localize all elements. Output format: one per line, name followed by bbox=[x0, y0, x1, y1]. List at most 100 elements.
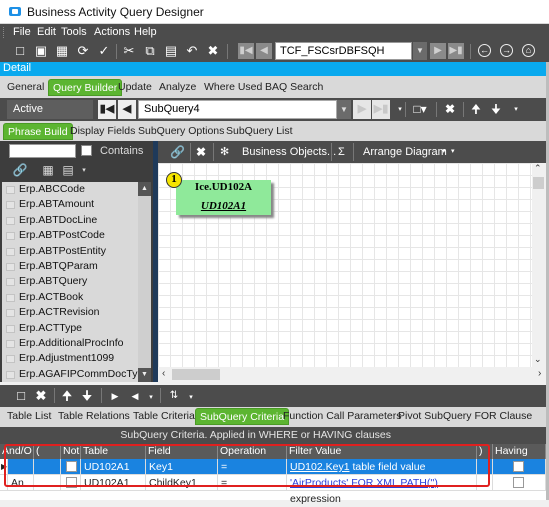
tab-table-criteria[interactable]: Table Criteria bbox=[129, 408, 199, 425]
table-list-item[interactable]: Erp.Adjustment1099 bbox=[2, 351, 138, 366]
cell-not[interactable] bbox=[61, 459, 81, 475]
first-icon[interactable]: ▮◀ bbox=[238, 43, 254, 59]
table-list-item[interactable]: Erp.ACTBook bbox=[2, 290, 138, 305]
last-subquery-icon[interactable]: ▶▮ bbox=[372, 100, 390, 119]
cell-filter-value[interactable]: UD102.Key1 table field value bbox=[287, 459, 477, 475]
tab-where-used[interactable]: Where Used bbox=[200, 79, 266, 96]
delete-icon[interactable]: ✖ bbox=[196, 141, 206, 163]
sort-icon[interactable]: ⇅ bbox=[166, 388, 182, 404]
table-list-item[interactable]: Erp.ABCCode bbox=[2, 182, 138, 197]
overflow-icon[interactable]: ▾ bbox=[451, 141, 455, 163]
refresh-icon[interactable]: ⟳ bbox=[75, 43, 91, 59]
cell-andor[interactable]: An bbox=[8, 475, 34, 491]
scroll-right-icon[interactable]: › bbox=[538, 368, 541, 379]
node-table-alias[interactable]: UD102A1 bbox=[176, 200, 271, 212]
row-selector-icon[interactable]: ▶ bbox=[0, 459, 8, 475]
new-icon[interactable]: □ bbox=[13, 388, 29, 404]
move-up-icon[interactable]: 🠉 bbox=[468, 101, 484, 118]
table-list-item[interactable]: Erp.ACTRevision bbox=[2, 305, 138, 320]
tab-table-relations[interactable]: Table Relations bbox=[54, 408, 134, 425]
canvas-horizontal-scrollbar[interactable]: ‹ › bbox=[158, 367, 546, 382]
sigma-button[interactable]: Σ bbox=[338, 141, 345, 163]
scroll-down-icon[interactable]: ▼ bbox=[138, 368, 151, 382]
tab-pivot-subquery-for-clause[interactable]: Pivot SubQuery FOR Clause bbox=[394, 408, 536, 425]
tab-subquery-list[interactable]: SubQuery List bbox=[222, 123, 297, 140]
col-header-table[interactable]: Table bbox=[81, 444, 146, 459]
col-header-field[interactable]: Field bbox=[146, 444, 218, 459]
table-list-item[interactable]: Erp.AdditionalProcInfo bbox=[2, 336, 138, 351]
chevron-down-icon[interactable]: ▼ bbox=[413, 42, 427, 60]
cell-filter-value[interactable]: 'AirProducts' FOR XML PATH('') expressio… bbox=[287, 475, 477, 505]
table-list-item[interactable]: Erp.ABTPostEntity bbox=[2, 244, 138, 259]
clear-icon[interactable]: ✓ bbox=[96, 43, 112, 59]
cut-icon[interactable]: ✂ bbox=[121, 43, 137, 59]
cell-table[interactable]: UD102A1 bbox=[81, 475, 146, 491]
business-objects-button[interactable]: Business Objects... bbox=[242, 141, 336, 163]
link-icon[interactable]: 🔗 bbox=[170, 141, 185, 163]
cell-rparen[interactable] bbox=[477, 459, 493, 475]
table-list-item[interactable]: Erp.AGAFIPCommDocType bbox=[2, 367, 138, 382]
not-checkbox[interactable] bbox=[66, 477, 77, 488]
forward-icon[interactable]: → bbox=[500, 44, 513, 57]
table-view-icon[interactable]: ▤ bbox=[60, 163, 76, 178]
previous-subquery-icon[interactable]: ◀ bbox=[118, 100, 136, 119]
menu-tools[interactable]: Tools bbox=[61, 26, 87, 38]
col-header-lparen[interactable]: ( bbox=[34, 444, 61, 459]
delete-subquery-icon[interactable]: ✖ bbox=[442, 101, 458, 118]
chevron-down-icon[interactable]: ▾ bbox=[442, 141, 446, 163]
cell-operation[interactable]: = bbox=[218, 475, 287, 491]
overflow-icon[interactable]: ▾ bbox=[183, 390, 199, 406]
col-header-rparen[interactable]: ) bbox=[477, 444, 493, 459]
menu-actions[interactable]: Actions bbox=[94, 26, 130, 38]
indent-right-icon[interactable]: ▶ bbox=[107, 388, 123, 404]
new-subquery-icon[interactable]: □▾ bbox=[412, 101, 428, 118]
undo-icon[interactable]: ↶ bbox=[184, 43, 200, 59]
canvas-vertical-scrollbar[interactable]: ⌃ ⌄ bbox=[532, 163, 546, 367]
tab-subquery-options[interactable]: SubQuery Options bbox=[134, 123, 228, 140]
table-list-item[interactable]: Erp.ACTType bbox=[2, 321, 138, 336]
filter-value-link[interactable]: 'AirProducts' FOR XML PATH('') bbox=[290, 477, 438, 489]
home-icon[interactable]: ⌂ bbox=[522, 44, 535, 57]
previous-icon[interactable]: ◀ bbox=[256, 43, 272, 59]
menu-help[interactable]: Help bbox=[134, 26, 157, 38]
having-checkbox[interactable] bbox=[513, 477, 524, 488]
tab-analyze[interactable]: Analyze bbox=[155, 79, 200, 96]
scroll-left-icon[interactable]: ‹ bbox=[162, 368, 165, 379]
table-list-item[interactable]: Erp.ABTQuery bbox=[2, 274, 138, 289]
scroll-down-icon[interactable]: ⌄ bbox=[534, 354, 542, 365]
having-checkbox[interactable] bbox=[513, 461, 524, 472]
tab-baq-search[interactable]: BAQ Search bbox=[261, 79, 327, 96]
contains-checkbox[interactable] bbox=[81, 145, 92, 156]
arrange-diagram-button[interactable]: Arrange Diagram bbox=[363, 141, 447, 163]
last-icon[interactable]: ▶▮ bbox=[448, 43, 464, 59]
tab-subquery-criteria[interactable]: SubQuery Criteria bbox=[195, 408, 290, 425]
tab-function-call-parameters[interactable]: Function Call Parameters bbox=[279, 408, 405, 425]
col-header-having[interactable]: Having bbox=[493, 444, 546, 459]
tab-update[interactable]: Update bbox=[114, 79, 156, 96]
cell-having[interactable] bbox=[493, 475, 546, 491]
cell-andor[interactable] bbox=[8, 459, 34, 475]
table-search-input[interactable] bbox=[9, 144, 76, 158]
col-header-filter-value[interactable]: Filter Value bbox=[287, 444, 477, 459]
table-list-scrollbar[interactable]: ▲ ▼ bbox=[138, 182, 151, 382]
first-subquery-icon[interactable]: ▮◀ bbox=[98, 100, 116, 119]
scroll-up-icon[interactable]: ▲ bbox=[138, 182, 151, 196]
cell-operation[interactable]: = bbox=[218, 459, 287, 475]
indent-left-icon[interactable]: ◀ bbox=[127, 388, 143, 404]
col-header-not[interactable]: Not bbox=[61, 444, 81, 459]
cell-table[interactable]: UD102A1 bbox=[81, 459, 146, 475]
new-icon[interactable]: □ bbox=[12, 43, 28, 59]
link-icon[interactable]: 🔗 bbox=[12, 163, 28, 178]
tab-display-fields[interactable]: Display Fields bbox=[66, 123, 139, 140]
table-list-item[interactable]: Erp.ABTDocLine bbox=[2, 213, 138, 228]
business-objects-icon[interactable]: ✻ bbox=[220, 141, 229, 163]
move-up-icon[interactable]: 🠉 bbox=[59, 388, 75, 404]
delete-icon[interactable]: ✖ bbox=[205, 43, 221, 59]
query-id-combo[interactable]: TCF_FSCsrDBFSQH bbox=[275, 42, 412, 60]
overflow-icon[interactable]: ▾ bbox=[143, 390, 159, 406]
menu-file[interactable]: File bbox=[13, 26, 31, 38]
scroll-up-icon[interactable]: ⌃ bbox=[534, 163, 542, 174]
move-down-icon[interactable]: 🠋 bbox=[79, 388, 95, 404]
tab-query-builder[interactable]: Query Builder bbox=[48, 79, 123, 96]
cell-field[interactable]: Key1 bbox=[146, 459, 218, 475]
